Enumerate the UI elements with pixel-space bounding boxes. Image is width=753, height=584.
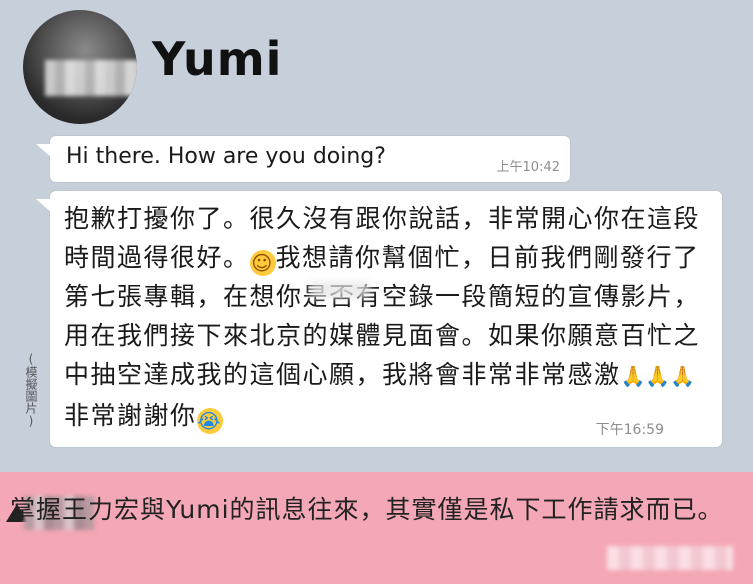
- message-bubble-2[interactable]: 抱歉打擾你了。很久沒有跟你說話，非常開心你在這段時間過得很好。☺我想請你幫個忙，…: [36, 191, 722, 447]
- message-text: 抱歉打擾你了。很久沒有跟你說話，非常開心你在這段時間過得很好。☺我想請你幫個忙，…: [64, 199, 714, 435]
- avatar[interactable]: [23, 10, 137, 124]
- message-bubble-1[interactable]: Hi there. How are you doing? 上午10:42: [36, 136, 570, 182]
- caption-banner: 掌握王力宏與Yumi的訊息往來，其實僅是私下工作請求而已。: [0, 472, 753, 584]
- watermark-blur: [607, 546, 733, 570]
- caption-text: 掌握王力宏與Yumi的訊息往來，其實僅是私下工作請求而已。: [10, 495, 724, 524]
- blur-mask: [310, 282, 370, 298]
- chat-header: Yumi: [0, 0, 753, 125]
- side-note: (模擬圖片): [24, 352, 38, 428]
- folded-hands-icon: 🙏🙏🙏: [620, 364, 696, 388]
- message-text: Hi there. How are you doing?: [66, 144, 386, 169]
- message-time: 上午10:42: [496, 160, 560, 175]
- message-time: 下午16:59: [595, 422, 664, 438]
- message-text-part3: 非常謝謝你: [64, 401, 197, 430]
- contact-name: Yumi: [152, 32, 283, 86]
- crying-face-icon: 😭: [196, 408, 223, 434]
- avatar-blur-mask: [45, 60, 137, 96]
- smiling-face-icon: ☺: [249, 250, 276, 276]
